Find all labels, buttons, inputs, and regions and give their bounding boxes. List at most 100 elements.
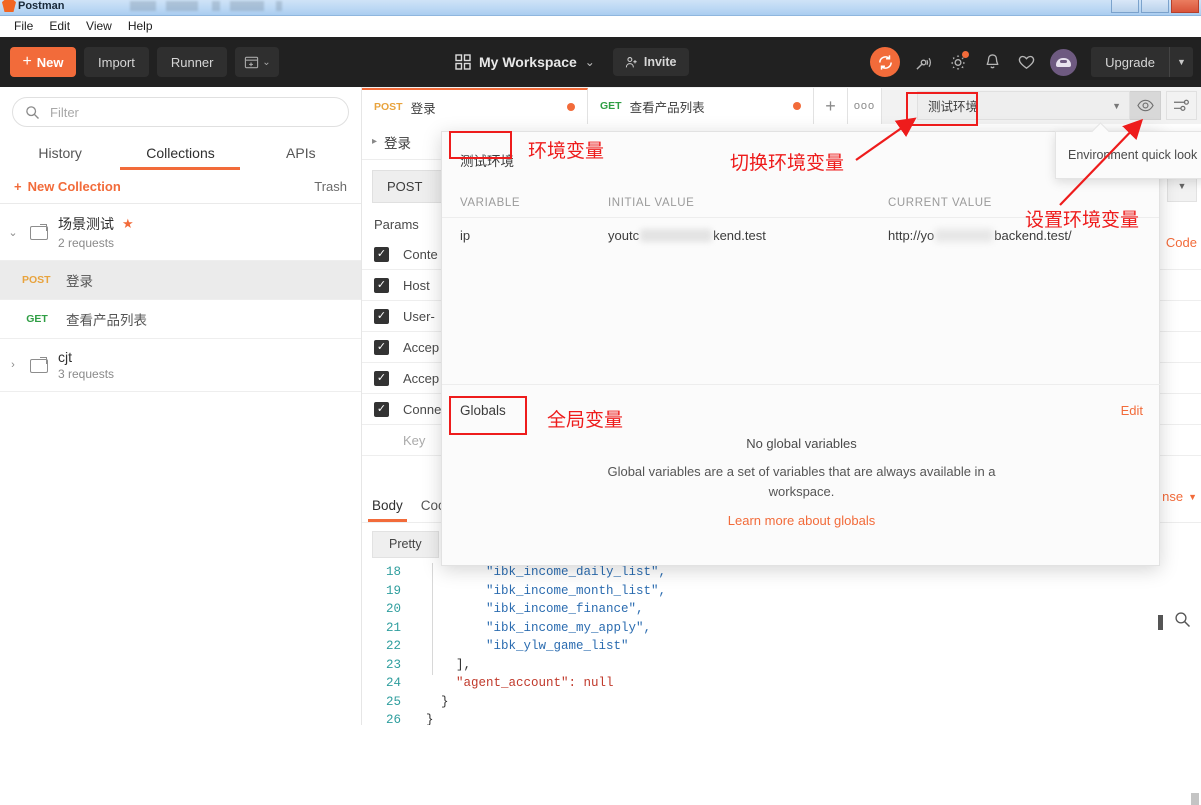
header-checkbox[interactable]	[374, 277, 389, 293]
search-icon	[26, 105, 39, 119]
request-tab-product-list[interactable]: GET 查看产品列表	[588, 88, 814, 124]
request-title: 登录	[384, 135, 412, 151]
globals-empty-state: No global variables Global variables are…	[442, 436, 1161, 528]
collection-row-scenario-test[interactable]: ⌄ 场景测试 ★ 2 requests	[0, 204, 361, 261]
header-checkbox[interactable]	[374, 401, 389, 417]
scrollbar-thumb[interactable]	[1191, 793, 1199, 805]
notifications-button[interactable]	[982, 52, 1002, 72]
variable-current-value: http://yo backend.test/	[888, 228, 1159, 243]
environment-quick-look-button[interactable]	[1130, 91, 1161, 120]
sidebar-tabs: History Collections APIs	[0, 137, 361, 170]
close-button[interactable]	[1171, 0, 1199, 13]
request-row-login[interactable]: POST 登录	[0, 261, 361, 300]
pretty-button[interactable]: Pretty	[372, 530, 439, 558]
chevron-right-icon[interactable]: ›	[6, 359, 20, 371]
upgrade-dropdown-button[interactable]: ▼	[1169, 47, 1193, 77]
code-lines: "ibk_income_daily_list", "ibk_income_mon…	[410, 563, 1201, 725]
menu-item-help[interactable]: Help	[120, 17, 161, 35]
save-response-button[interactable]: nse ▼	[1162, 489, 1197, 504]
tab-options-button[interactable]: ooo	[848, 88, 882, 124]
globals-learn-more-link[interactable]: Learn more about globals	[728, 513, 875, 528]
menu-item-view[interactable]: View	[78, 17, 120, 35]
quicklook-environment-name: 测试环境	[460, 154, 514, 169]
folder-icon	[30, 357, 48, 373]
environment-settings-button[interactable]	[1166, 91, 1197, 120]
header-checkbox[interactable]	[374, 370, 389, 386]
postman-logo-icon	[2, 0, 16, 12]
plus-icon: +	[14, 179, 22, 194]
header-checkbox[interactable]	[374, 246, 389, 262]
upgrade-button[interactable]: Upgrade	[1091, 47, 1169, 77]
variable-name: ip	[460, 227, 471, 243]
globals-label: Globals	[460, 403, 506, 418]
column-header-current-value: CURRENT VALUE	[888, 196, 992, 209]
search-icon	[1175, 612, 1191, 628]
response-tab-body[interactable]: Body	[368, 498, 407, 522]
collection-row-cjt[interactable]: › cjt 3 requests	[0, 339, 361, 392]
bell-icon	[986, 54, 998, 69]
header-checkbox[interactable]	[374, 339, 389, 355]
globals-empty-body: Global variables are a set of variables …	[607, 464, 996, 499]
sidebar-tab-apis[interactable]: APIs	[241, 137, 361, 170]
code-line: "ibk_income_month_list",	[426, 583, 667, 598]
method-badge-get: GET	[600, 100, 622, 112]
environment-quick-look-popover: 测试环境 VARIABLE INITIAL VALUE CURRENT VALU…	[441, 131, 1161, 566]
header-checkbox[interactable]	[374, 433, 389, 448]
header-key: Accep	[403, 339, 440, 355]
sync-button[interactable]	[870, 47, 901, 77]
satellite-button[interactable]	[914, 52, 934, 72]
app-header: + New Import Runner ⌄ My Workspace ⌄ Inv…	[0, 37, 1201, 87]
line-number-gutter: 18 19 20 21 22 23 24 25 26	[362, 563, 410, 725]
avatar[interactable]	[1050, 48, 1078, 76]
code-line: "ibk_income_my_apply",	[426, 620, 652, 635]
header-checkbox[interactable]	[374, 308, 389, 324]
column-header-initial-value: INITIAL VALUE	[608, 196, 695, 209]
new-button[interactable]: + New	[10, 47, 76, 77]
sidebar-tab-collections[interactable]: Collections	[120, 137, 240, 170]
collection-name-text: 场景测试	[58, 216, 114, 232]
invite-label: Invite	[643, 55, 677, 69]
import-button[interactable]: Import	[84, 47, 149, 77]
runner-button[interactable]: Runner	[156, 47, 228, 77]
caret-down-icon: ▼	[1177, 57, 1186, 67]
minimize-button[interactable]	[1111, 0, 1139, 13]
collection-name-text: cjt	[58, 349, 72, 365]
collection-name: 场景测试 ★	[58, 214, 134, 234]
heart-icon	[1018, 55, 1034, 69]
request-tab-name: 查看产品列表	[629, 100, 705, 115]
invite-button[interactable]: Invite	[612, 48, 689, 76]
sidebar-tab-history[interactable]: History	[0, 137, 120, 170]
menu-item-file[interactable]: File	[6, 17, 41, 35]
response-search-button[interactable]	[1174, 611, 1191, 633]
tab-params[interactable]: Params	[374, 217, 419, 232]
new-window-button[interactable]: ⌄	[235, 47, 280, 77]
workspace-selector[interactable]: My Workspace ⌄ Invite	[455, 37, 689, 87]
new-tab-button[interactable]: +	[814, 88, 848, 124]
filter-input[interactable]	[50, 104, 336, 120]
new-collection-button[interactable]: + New Collection	[14, 179, 121, 194]
favorites-button[interactable]	[1016, 52, 1036, 72]
response-body-viewer[interactable]: 18 19 20 21 22 23 24 25 26 "ibk_income_d…	[362, 563, 1201, 725]
caret-down-icon: ▼	[1112, 100, 1121, 111]
request-row-product-list[interactable]: GET 查看产品列表	[0, 300, 361, 339]
chevron-down-icon: ⌄	[584, 55, 595, 69]
maximize-button[interactable]	[1141, 0, 1169, 13]
globals-edit-button[interactable]: Edit	[1121, 403, 1143, 418]
settings-badge	[962, 51, 970, 58]
trash-button[interactable]: Trash	[314, 179, 347, 194]
new-button-label: New	[36, 54, 64, 70]
code-fold-guide	[432, 563, 433, 675]
settings-button[interactable]	[948, 51, 970, 72]
request-tab-login[interactable]: POST 登录	[362, 88, 588, 124]
grid-icon	[455, 54, 471, 70]
filter-box[interactable]	[12, 97, 349, 127]
menu-item-edit[interactable]: Edit	[41, 17, 78, 35]
code-line: "ibk_ylw_game_list"	[426, 639, 629, 653]
code-line: ],	[426, 657, 472, 672]
chevron-down-icon[interactable]: ⌄	[6, 226, 20, 239]
window-controls[interactable]	[1111, 0, 1199, 13]
line-number: 22	[385, 639, 401, 653]
environment-selector[interactable]: 测试环境 ▼	[917, 91, 1130, 120]
code-line: }	[426, 694, 449, 709]
chevron-right-icon[interactable]: ▸	[372, 136, 377, 147]
